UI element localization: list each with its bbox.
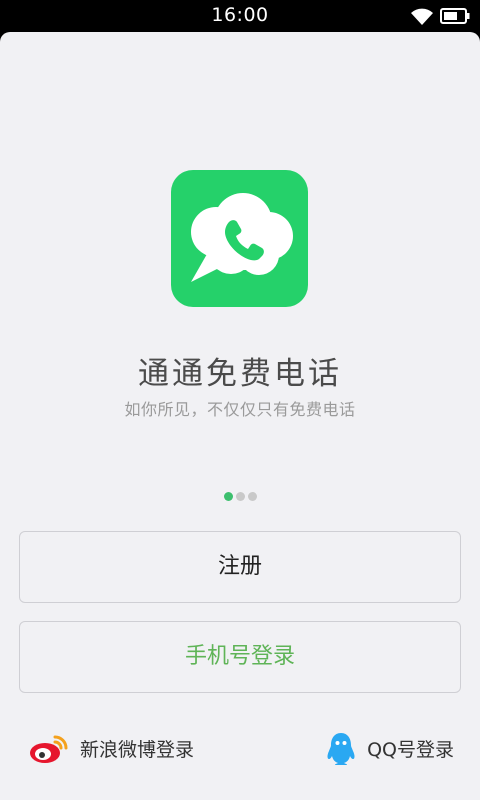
weibo-login-label: 新浪微博登录 [80,738,195,761]
status-bar: 16:00 [0,0,480,32]
qq-icon [327,733,355,765]
battery-icon [440,8,470,24]
register-button[interactable]: 注册 [19,531,461,603]
qq-login-button[interactable]: QQ号登录 [325,728,454,768]
app-title: 通通免费电话 [138,356,342,392]
app-subtitle: 如你所见，不仅仅只有免费电话 [124,400,356,419]
weibo-icon [30,735,68,763]
page-dot-3 [247,492,257,501]
phone-login-button[interactable]: 手机号登录 [19,621,461,693]
welcome-screen: 通通免费电话 如你所见，不仅仅只有免费电话 注册 手机号登录 新浪微博登录 QQ… [0,32,480,800]
weibo-login-button[interactable]: 新浪微博登录 [28,728,194,768]
qq-login-label: QQ号登录 [367,738,454,761]
page-dot-1 [223,492,233,501]
page-indicator [0,492,480,501]
page-dot-2 [235,492,245,501]
wifi-icon [411,8,433,25]
cloud-phone-icon [171,170,308,307]
status-time: 16:00 [211,4,269,26]
